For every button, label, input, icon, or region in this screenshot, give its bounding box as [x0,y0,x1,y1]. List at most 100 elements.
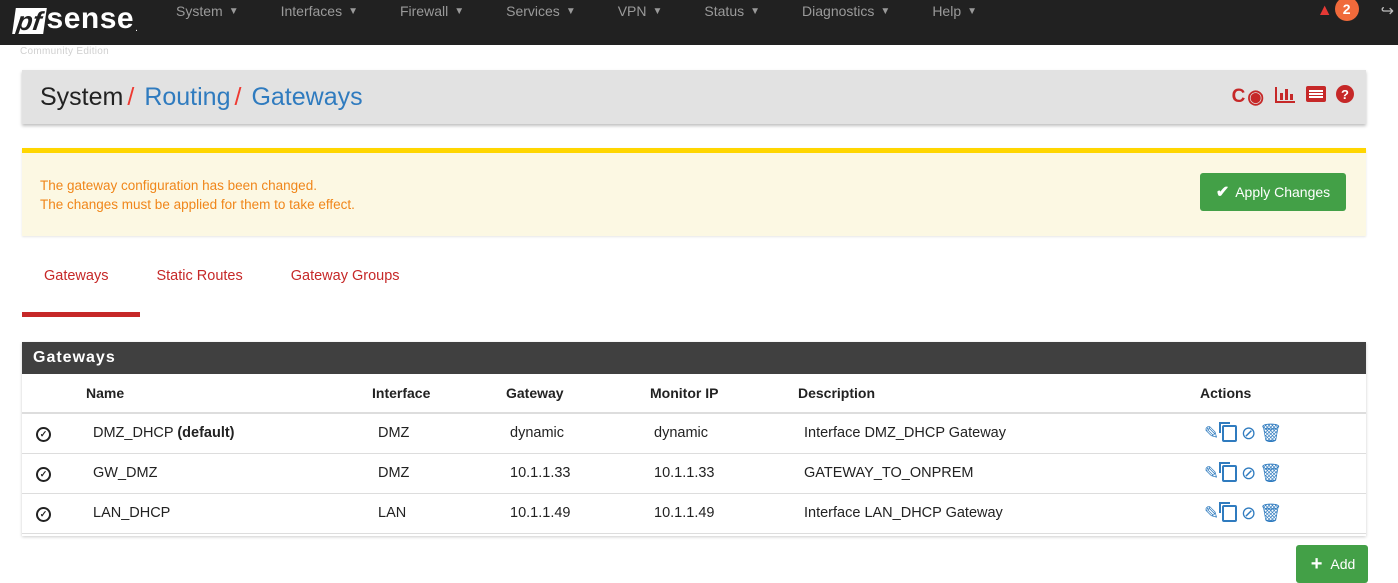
svg-text:?: ? [1341,87,1349,102]
caret-down-icon: ▼ [880,5,891,17]
caret-down-icon: ▼ [652,5,663,17]
menu-services-label: Services [506,3,560,19]
disable-icon[interactable]: ⊘ [1241,423,1256,444]
apply-changes-button[interactable]: ✔ Apply Changes [1200,173,1346,211]
edit-icon[interactable]: ✎ [1204,503,1219,524]
menu-diagnostics-label: Diagnostics [802,3,875,19]
gateways-table: Name Interface Gateway Monitor IP Descri… [22,374,1366,534]
caret-down-icon: ▼ [454,5,465,17]
add-gateway-button[interactable]: + Add [1296,545,1368,583]
menu-help[interactable]: Help ▼ [932,3,977,19]
gateway-interface: LAN [372,493,506,534]
gateway-name: LAN_DHCP [86,493,372,534]
copy-icon[interactable] [1219,421,1238,442]
col-gateway: Gateway [506,374,650,414]
gateway-address: 10.1.1.33 [506,453,650,494]
trash-icon[interactable]: 🗑 [1259,463,1282,484]
caret-down-icon: ▼ [348,5,358,17]
default-tag: (default) [177,425,235,442]
navbar-right: ▲ 2 ↪ [1317,0,1398,22]
copy-icon[interactable] [1219,461,1238,482]
apply-changes-label: Apply Changes [1235,184,1331,200]
menu-services[interactable]: Services ▼ [506,3,576,19]
bell-icon[interactable]: ▲ [1317,2,1333,20]
tab-gateway-groups[interactable]: Gateway Groups [291,268,400,318]
copy-icon[interactable] [1219,501,1238,522]
main-menu: System ▼ Interfaces ▼ Firewall ▼ Services ▼ … [176,0,1019,22]
notification-badge[interactable]: 2 [1334,0,1359,21]
gateway-name-text: LAN_DHCP [93,505,171,521]
pfsense-logo[interactable]: pf sense . [12,0,138,36]
menu-firewall[interactable]: Firewall ▼ [400,3,464,19]
gateway-name-text: GW_DMZ [93,465,158,481]
table-row: ✓ LAN_DHCP LAN 10.1.1.49 10.1.1.49 Inter… [22,493,1366,534]
caret-down-icon: ▼ [565,5,576,17]
edit-icon[interactable]: ✎ [1204,423,1219,444]
col-description: Description [798,374,1200,414]
col-monitor-ip: Monitor IP [650,374,798,414]
col-name: Name [86,374,372,414]
breadcrumb-separator: / [234,82,242,111]
table-header-row: Name Interface Gateway Monitor IP Descri… [22,374,1366,414]
menu-interfaces[interactable]: Interfaces ▼ [281,3,358,19]
gateway-monitor-ip: dynamic [650,413,798,454]
alert-message: The gateway configuration has been chang… [40,176,355,214]
gateway-description: Interface LAN_DHCP Gateway [798,493,1200,534]
menu-status[interactable]: Status ▼ [704,3,760,19]
row-actions: ✎ ⊘ 🗑 [1204,461,1366,484]
help-icon[interactable]: ? [1336,85,1354,109]
gateway-interface: DMZ [372,453,506,494]
caret-down-icon: ▼ [967,5,978,17]
tab-static-routes[interactable]: Static Routes [156,268,242,318]
col-actions: Actions [1200,374,1366,414]
alert-line-1: The gateway configuration has been chang… [40,178,317,193]
menu-help-label: Help [932,3,962,19]
menu-diagnostics[interactable]: Diagnostics ▼ [802,3,890,19]
online-check-icon: ✓ [36,426,51,442]
chart-icon[interactable] [1274,85,1296,109]
menu-firewall-label: Firewall [399,3,449,19]
menu-vpn-label: VPN [617,3,647,19]
breadcrumb-routing[interactable]: Routing [144,83,230,112]
gateways-panel: Gateways Name Interface Gateway Monitor … [22,342,1366,536]
routing-tabs: Gateways Static Routes Gateway Groups [21,268,448,318]
menu-status-label: Status [704,3,745,19]
trash-icon[interactable]: 🗑 [1259,503,1282,524]
plus-icon: + [1310,552,1323,575]
gateway-monitor-ip: 10.1.1.49 [650,493,798,534]
caret-down-icon: ▼ [228,5,239,17]
tab-gateways[interactable]: Gateways [21,268,141,318]
row-actions: ✎ ⊘ 🗑 [1204,421,1366,444]
breadcrumb-system: System [40,82,124,111]
check-icon: ✔ [1215,184,1230,201]
disable-icon[interactable]: ⊘ [1241,463,1256,484]
caret-down-icon: ▼ [750,5,761,17]
top-navbar: pf sense . System ▼ Interfaces ▼ Firewall ▼… [0,0,1398,45]
col-interface: Interface [372,374,506,414]
edit-icon[interactable]: ✎ [1204,463,1219,484]
gateway-address: 10.1.1.49 [506,493,650,534]
table-row: ✓ GW_DMZ DMZ 10.1.1.33 10.1.1.33 GATEWAY… [22,453,1366,494]
stop-icon[interactable]: ◉ [1247,86,1264,109]
logout-icon[interactable]: ↪ [1381,1,1394,21]
log-icon[interactable] [1306,86,1326,108]
menu-system[interactable]: System ▼ [176,3,239,19]
row-actions: ✎ ⊘ 🗑 [1204,501,1366,524]
disable-icon[interactable]: ⊘ [1241,503,1256,524]
logo-pf: pf [12,6,47,36]
panel-title: Gateways [22,342,1366,374]
breadcrumb: System / Routing / Gateways C ◉ ? [22,70,1366,124]
trash-icon[interactable]: 🗑 [1259,423,1282,444]
restart-icon[interactable]: C [1232,86,1246,108]
logo-sense: sense [46,2,135,35]
menu-system-label: System [176,3,223,19]
gateway-monitor-ip: 10.1.1.33 [650,453,798,494]
gateway-name: DMZ_DHCP (default) [86,413,372,454]
table-row: ✓ DMZ_DHCP (default) DMZ dynamic dynamic… [22,413,1366,454]
gateway-name: GW_DMZ [86,453,372,494]
breadcrumb-gateways[interactable]: Gateways [251,83,362,112]
config-changed-alert: The gateway configuration has been chang… [22,148,1366,236]
logo-trademark: . [135,23,138,34]
gateway-description: Interface DMZ_DHCP Gateway [798,413,1200,454]
menu-vpn[interactable]: VPN ▼ [618,3,663,19]
